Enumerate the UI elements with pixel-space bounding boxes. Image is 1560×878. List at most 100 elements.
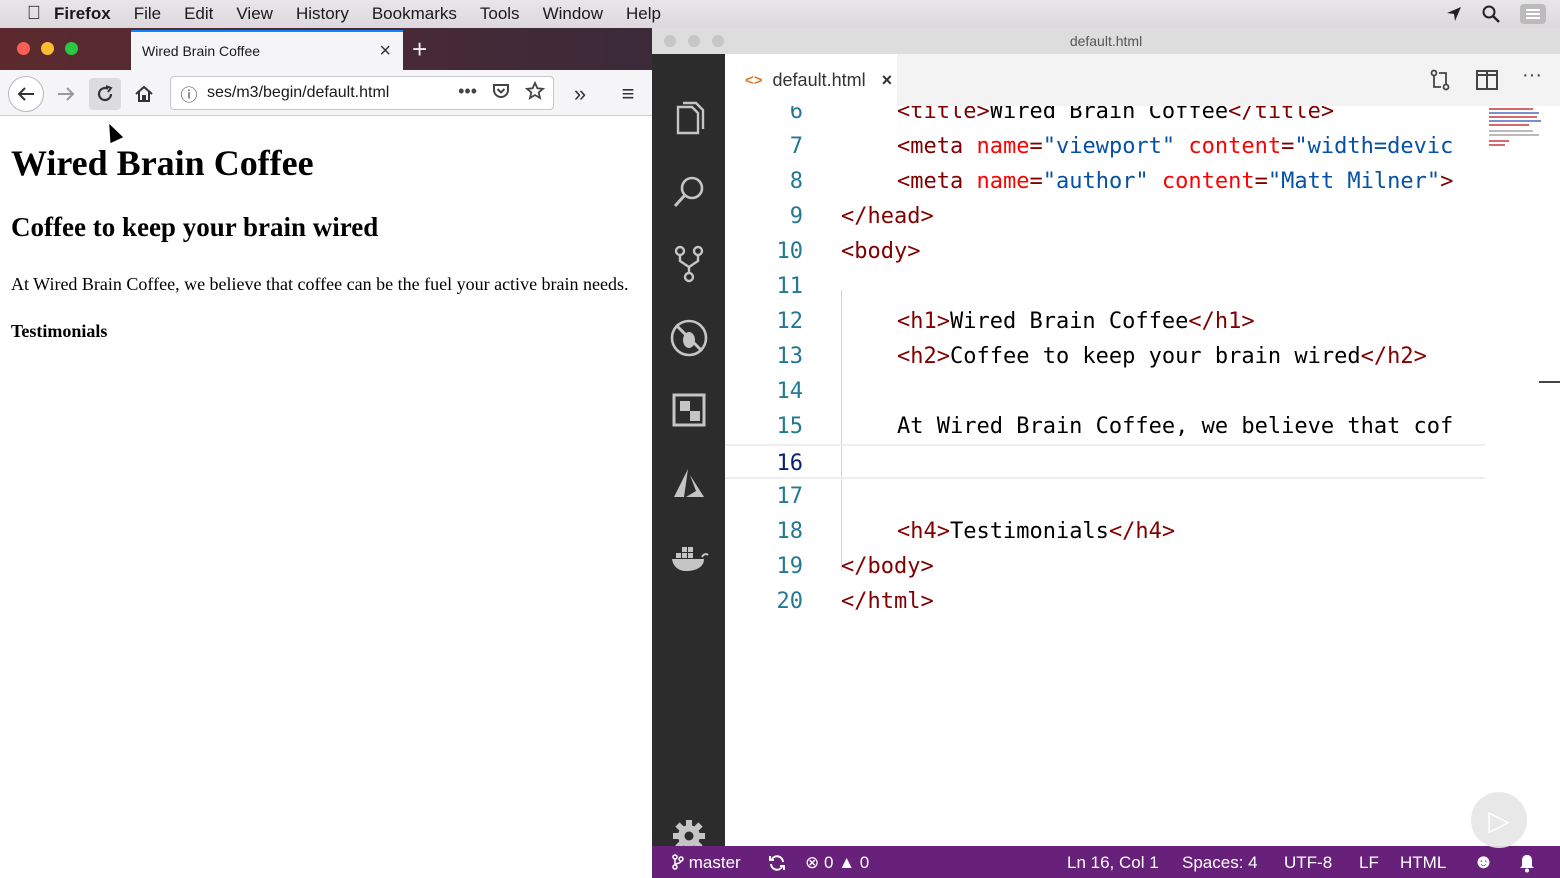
debug-icon[interactable]	[652, 308, 725, 368]
line-number: 17	[776, 484, 804, 509]
reload-button[interactable]	[89, 78, 121, 110]
editor-tab-default-html[interactable]: <> default.html ×	[725, 54, 897, 106]
minimap[interactable]	[1485, 106, 1545, 166]
code-text: </html>	[841, 589, 934, 614]
feedback-smiley-icon[interactable]: ☻	[1473, 851, 1494, 874]
code-text: <meta name="author" content="Matt Milner…	[897, 169, 1454, 194]
apple-icon[interactable]: 	[14, 3, 54, 25]
sync-icon[interactable]	[768, 854, 786, 872]
code-text: </head>	[841, 204, 934, 229]
menu-file[interactable]: File	[134, 4, 161, 24]
more-actions-icon[interactable]: ···	[1522, 64, 1542, 87]
web-page-content: Wired Brain Coffee Coffee to keep your b…	[0, 117, 650, 878]
encoding-status[interactable]: UTF-8	[1284, 853, 1332, 873]
code-line-8[interactable]: 8 <meta name="author" content="Matt Milne…	[725, 164, 1485, 199]
line-number: 16	[776, 451, 804, 476]
extensions-icon[interactable]	[652, 380, 725, 440]
page-actions-icon[interactable]: •••	[458, 81, 477, 102]
search-icon[interactable]	[652, 162, 725, 222]
azure-icon[interactable]	[652, 454, 725, 514]
line-number: 14	[776, 379, 804, 404]
code-line-13[interactable]: 13 <h2>Coffee to keep your brain wired</h…	[725, 339, 1485, 374]
forward-button[interactable]	[50, 78, 82, 110]
line-number: 15	[776, 414, 804, 439]
pocket-icon[interactable]	[491, 81, 511, 101]
code-line-20[interactable]: 20 </html>	[725, 584, 1485, 619]
back-button[interactable]	[8, 76, 44, 112]
firefox-tab-bar: Wired Brain Coffee × +	[0, 28, 652, 70]
spotlight-search-icon[interactable]	[1482, 5, 1500, 23]
code-line-16[interactable]: 16	[725, 444, 1485, 479]
menu-history[interactable]: History	[296, 4, 349, 24]
scrollbar-position-marker[interactable]	[1539, 381, 1560, 383]
code-line-10[interactable]: 10 <body>	[725, 234, 1485, 269]
menu-app-name[interactable]: Firefox	[54, 4, 111, 24]
code-line-19[interactable]: 19 </body>	[725, 549, 1485, 584]
site-info-icon[interactable]: ⓘ	[171, 81, 207, 106]
notifications-bell-icon[interactable]	[1518, 853, 1536, 873]
warning-count: 0	[859, 853, 870, 872]
line-number: 20	[776, 589, 804, 614]
eol-status[interactable]: LF	[1359, 853, 1379, 873]
error-count: 0	[823, 853, 834, 872]
code-line-17[interactable]: 17	[725, 479, 1485, 514]
code-text: </body>	[841, 554, 934, 579]
open-changes-icon[interactable]	[1428, 68, 1452, 92]
code-line-6[interactable]: 6 <title>Wired Brain Coffee</title>	[725, 106, 1485, 129]
control-center-icon[interactable]	[1520, 4, 1546, 24]
source-control-icon[interactable]	[652, 234, 725, 294]
address-bar[interactable]: ⓘ ses/m3/begin/default.html •••	[170, 76, 554, 110]
bookmark-star-icon[interactable]	[525, 81, 545, 101]
code-line-11[interactable]: 11	[725, 269, 1485, 304]
maximize-window-button[interactable]	[65, 42, 78, 55]
vscode-window-controls[interactable]	[664, 35, 724, 47]
menu-window[interactable]: Window	[543, 4, 603, 24]
code-line-15[interactable]: 15 At Wired Brain Coffee, we believe that…	[725, 409, 1485, 444]
menu-help[interactable]: Help	[626, 4, 661, 24]
close-window-button[interactable]	[17, 42, 30, 55]
menu-bookmarks[interactable]: Bookmarks	[372, 4, 457, 24]
warning-icon: ▲	[838, 853, 856, 872]
menu-edit[interactable]: Edit	[184, 4, 213, 24]
address-bar-url: ses/m3/begin/default.html	[207, 84, 390, 101]
line-number: 6	[789, 106, 803, 124]
explorer-icon[interactable]	[652, 90, 725, 150]
hamburger-menu-icon[interactable]: ≡	[612, 78, 644, 110]
line-number: 18	[776, 519, 804, 544]
line-number: 19	[776, 554, 804, 579]
close-editor-tab-icon[interactable]: ×	[882, 70, 893, 91]
cursor-position[interactable]: Ln 16, Col 1	[1067, 853, 1159, 873]
home-button[interactable]	[128, 78, 160, 110]
close-tab-icon[interactable]: ×	[379, 40, 391, 63]
code-editor[interactable]: 6 <title>Wired Brain Coffee</title> 7 <meta…	[725, 106, 1560, 846]
macos-menu-bar:  Firefox File Edit View History Bookmar…	[0, 0, 1560, 28]
code-line-7[interactable]: 7 <meta name="viewport" content="width=de…	[725, 129, 1485, 164]
browser-tab[interactable]: Wired Brain Coffee ×	[131, 30, 403, 70]
location-arrow-icon[interactable]	[1446, 6, 1462, 22]
minimize-window-button[interactable]	[41, 42, 54, 55]
line-number: 7	[789, 134, 803, 159]
indentation-status[interactable]: Spaces: 4	[1182, 853, 1258, 873]
git-branch-status[interactable]: master	[672, 853, 741, 873]
code-line-9[interactable]: 9 </head>	[725, 199, 1485, 234]
code-line-18[interactable]: 18 <h4>Testimonials</h4>	[725, 514, 1485, 549]
docker-icon[interactable]	[652, 528, 725, 588]
language-mode-status[interactable]: HTML	[1400, 853, 1446, 873]
code-line-12[interactable]: 12 <h1>Wired Brain Coffee</h1>	[725, 304, 1485, 339]
git-branch-name: master	[688, 853, 741, 872]
code-line-14[interactable]: 14	[725, 374, 1485, 409]
error-icon: ⊗	[805, 853, 820, 872]
problems-status[interactable]: ⊗ 0 ▲ 0	[805, 853, 869, 873]
menu-tools[interactable]: Tools	[480, 4, 520, 24]
vscode-window-title: default.html	[1069, 33, 1143, 49]
menu-view[interactable]: View	[236, 4, 273, 24]
video-player-logo-icon: ▷	[1471, 792, 1527, 848]
line-number: 9	[789, 204, 803, 229]
editor-tab-bar: <> default.html × ···	[725, 54, 1560, 106]
code-text: <title>Wired Brain Coffee</title>	[897, 106, 1335, 124]
code-text: <h4>Testimonials</h4>	[897, 519, 1176, 544]
code-text: <h2>Coffee to keep your brain wired</h2>	[897, 344, 1427, 369]
new-tab-icon[interactable]: +	[412, 34, 427, 65]
overflow-chevron-icon[interactable]: »	[564, 78, 596, 110]
split-editor-icon[interactable]	[1475, 68, 1499, 92]
